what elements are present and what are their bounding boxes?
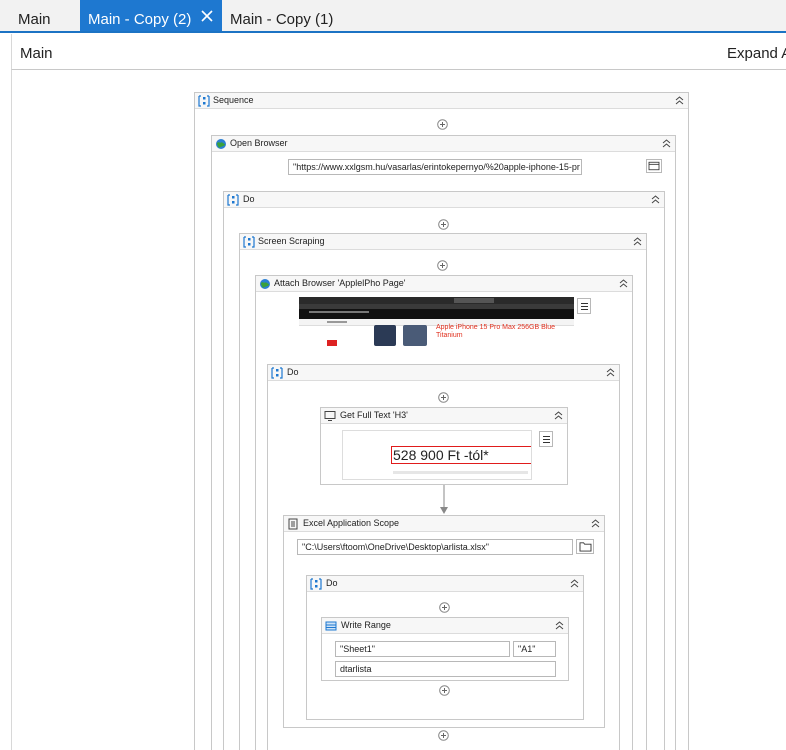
browse-file-button[interactable]: [576, 539, 594, 554]
tab-main-copy-1[interactable]: Main - Copy (1): [222, 0, 342, 31]
start-cell-field[interactable]: "A1": [513, 641, 556, 657]
tab-main[interactable]: Main: [10, 0, 78, 31]
activity-title: Do: [287, 367, 299, 377]
get-full-text-activity[interactable]: Get Full Text 'H3' 528 900 Ft -tól*: [320, 407, 568, 485]
designer-header: Main Expand A: [11, 34, 786, 70]
expand-all-link[interactable]: Expand A: [727, 45, 786, 62]
activity-title: Screen Scraping: [258, 236, 325, 246]
add-activity-icon[interactable]: [438, 392, 449, 403]
add-activity-icon[interactable]: [438, 730, 449, 741]
activity-header: Excel Application Scope: [284, 516, 604, 532]
activity-header: Sequence: [195, 93, 688, 109]
table-icon: [325, 621, 337, 631]
element-preview-thumbnail: 528 900 Ft -tól*: [342, 430, 532, 480]
activity-header: Do: [224, 192, 664, 208]
preview-price-text: 528 900 Ft -tól*: [393, 447, 489, 463]
preview-options-button[interactable]: [577, 298, 591, 314]
tab-label: Main - Copy (1): [230, 11, 334, 28]
excel-file-icon: [288, 518, 298, 530]
activity-title: Open Browser: [230, 138, 288, 148]
add-activity-icon[interactable]: [439, 602, 450, 613]
preview-product-text: Apple iPhone 15 Pro Max 256GB Blue Titan…: [436, 324, 556, 339]
activity-header: Do: [307, 576, 583, 592]
breadcrumb: Main: [20, 45, 53, 62]
activity-header: Open Browser: [212, 136, 675, 152]
activity-title: Sequence: [213, 95, 254, 105]
collapse-icon[interactable]: [591, 519, 600, 528]
activity-header: Attach Browser 'ApplelPho Page': [256, 276, 632, 292]
sequence-icon: [310, 578, 322, 590]
collapse-icon[interactable]: [554, 411, 563, 420]
tab-label: Main - Copy (2): [88, 11, 192, 28]
activity-title: Excel Application Scope: [303, 518, 400, 528]
open-browser-activity[interactable]: Open Browser "https://www.xxlgsm.hu/vasa…: [211, 135, 676, 750]
add-activity-icon[interactable]: [437, 260, 448, 271]
sequence-icon: [227, 194, 239, 206]
workbook-path-field[interactable]: "C:\Users\ftoom\OneDrive\Desktop\arlista…: [297, 539, 573, 555]
activity-header: Write Range: [322, 618, 568, 634]
collapse-icon[interactable]: [651, 195, 660, 204]
close-icon[interactable]: [200, 9, 214, 23]
do-container[interactable]: Do: [267, 364, 620, 750]
write-range-activity[interactable]: Write Range "Sheet1" "A1" dtarlista: [321, 617, 569, 681]
tab-main-copy-2[interactable]: Main - Copy (2): [80, 0, 222, 31]
sheet-name-field[interactable]: "Sheet1": [335, 641, 510, 657]
do-container[interactable]: Do Screen Scraping Attach Browser 'Apple…: [223, 191, 665, 750]
window-icon: [648, 161, 660, 171]
collapse-icon[interactable]: [619, 279, 628, 288]
collapse-icon[interactable]: [633, 237, 642, 246]
element-options-button[interactable]: [539, 431, 553, 447]
collapse-icon[interactable]: [555, 621, 564, 630]
browser-preview-thumbnail: Apple iPhone 15 Pro Max 256GB Blue Titan…: [299, 297, 574, 348]
screen-icon: [324, 411, 336, 421]
sequence-activity[interactable]: Sequence Open Browser "https://www.xxlgs…: [194, 92, 689, 750]
browser-select-button[interactable]: [646, 159, 662, 173]
add-activity-icon[interactable]: [438, 219, 449, 230]
collapse-icon[interactable]: [606, 368, 615, 377]
collapse-icon[interactable]: [662, 139, 671, 148]
sequence-icon: [271, 367, 283, 379]
datatable-field[interactable]: dtarlista: [335, 661, 556, 677]
add-activity-icon[interactable]: [439, 685, 450, 696]
attach-browser-activity[interactable]: Attach Browser 'ApplelPho Page' Apple iP…: [255, 275, 633, 750]
tab-label: Main: [18, 11, 51, 28]
document-tab-bar: Main Main - Copy (2) Main - Copy (1): [0, 0, 786, 33]
sequence-icon: [243, 236, 255, 248]
activity-title: Do: [243, 194, 255, 204]
excel-application-scope-activity[interactable]: Excel Application Scope "C:\Users\ftoom\…: [283, 515, 605, 728]
add-activity-icon[interactable]: [437, 119, 448, 130]
activity-title: Get Full Text 'H3': [340, 410, 408, 420]
activity-header: Get Full Text 'H3': [321, 408, 567, 424]
screen-scraping-activity[interactable]: Screen Scraping Attach Browser 'ApplelPh…: [239, 233, 647, 750]
collapse-icon[interactable]: [570, 579, 579, 588]
activity-header: Screen Scraping: [240, 234, 646, 250]
globe-icon: [216, 139, 226, 149]
globe-icon: [260, 279, 270, 289]
activity-title: Write Range: [341, 620, 391, 630]
activity-title: Do: [326, 578, 338, 588]
workflow-canvas: Sequence Open Browser "https://www.xxlgs…: [11, 70, 786, 750]
activity-header: Do: [268, 365, 619, 381]
connector-arrow: [440, 485, 448, 514]
url-field[interactable]: "https://www.xxlgsm.hu/vasarlas/erintoke…: [288, 159, 582, 175]
activity-title: Attach Browser 'ApplelPho Page': [274, 278, 406, 288]
sequence-icon: [198, 95, 210, 107]
do-container[interactable]: Do: [306, 575, 584, 720]
folder-icon: [579, 542, 592, 552]
collapse-icon[interactable]: [675, 96, 684, 105]
